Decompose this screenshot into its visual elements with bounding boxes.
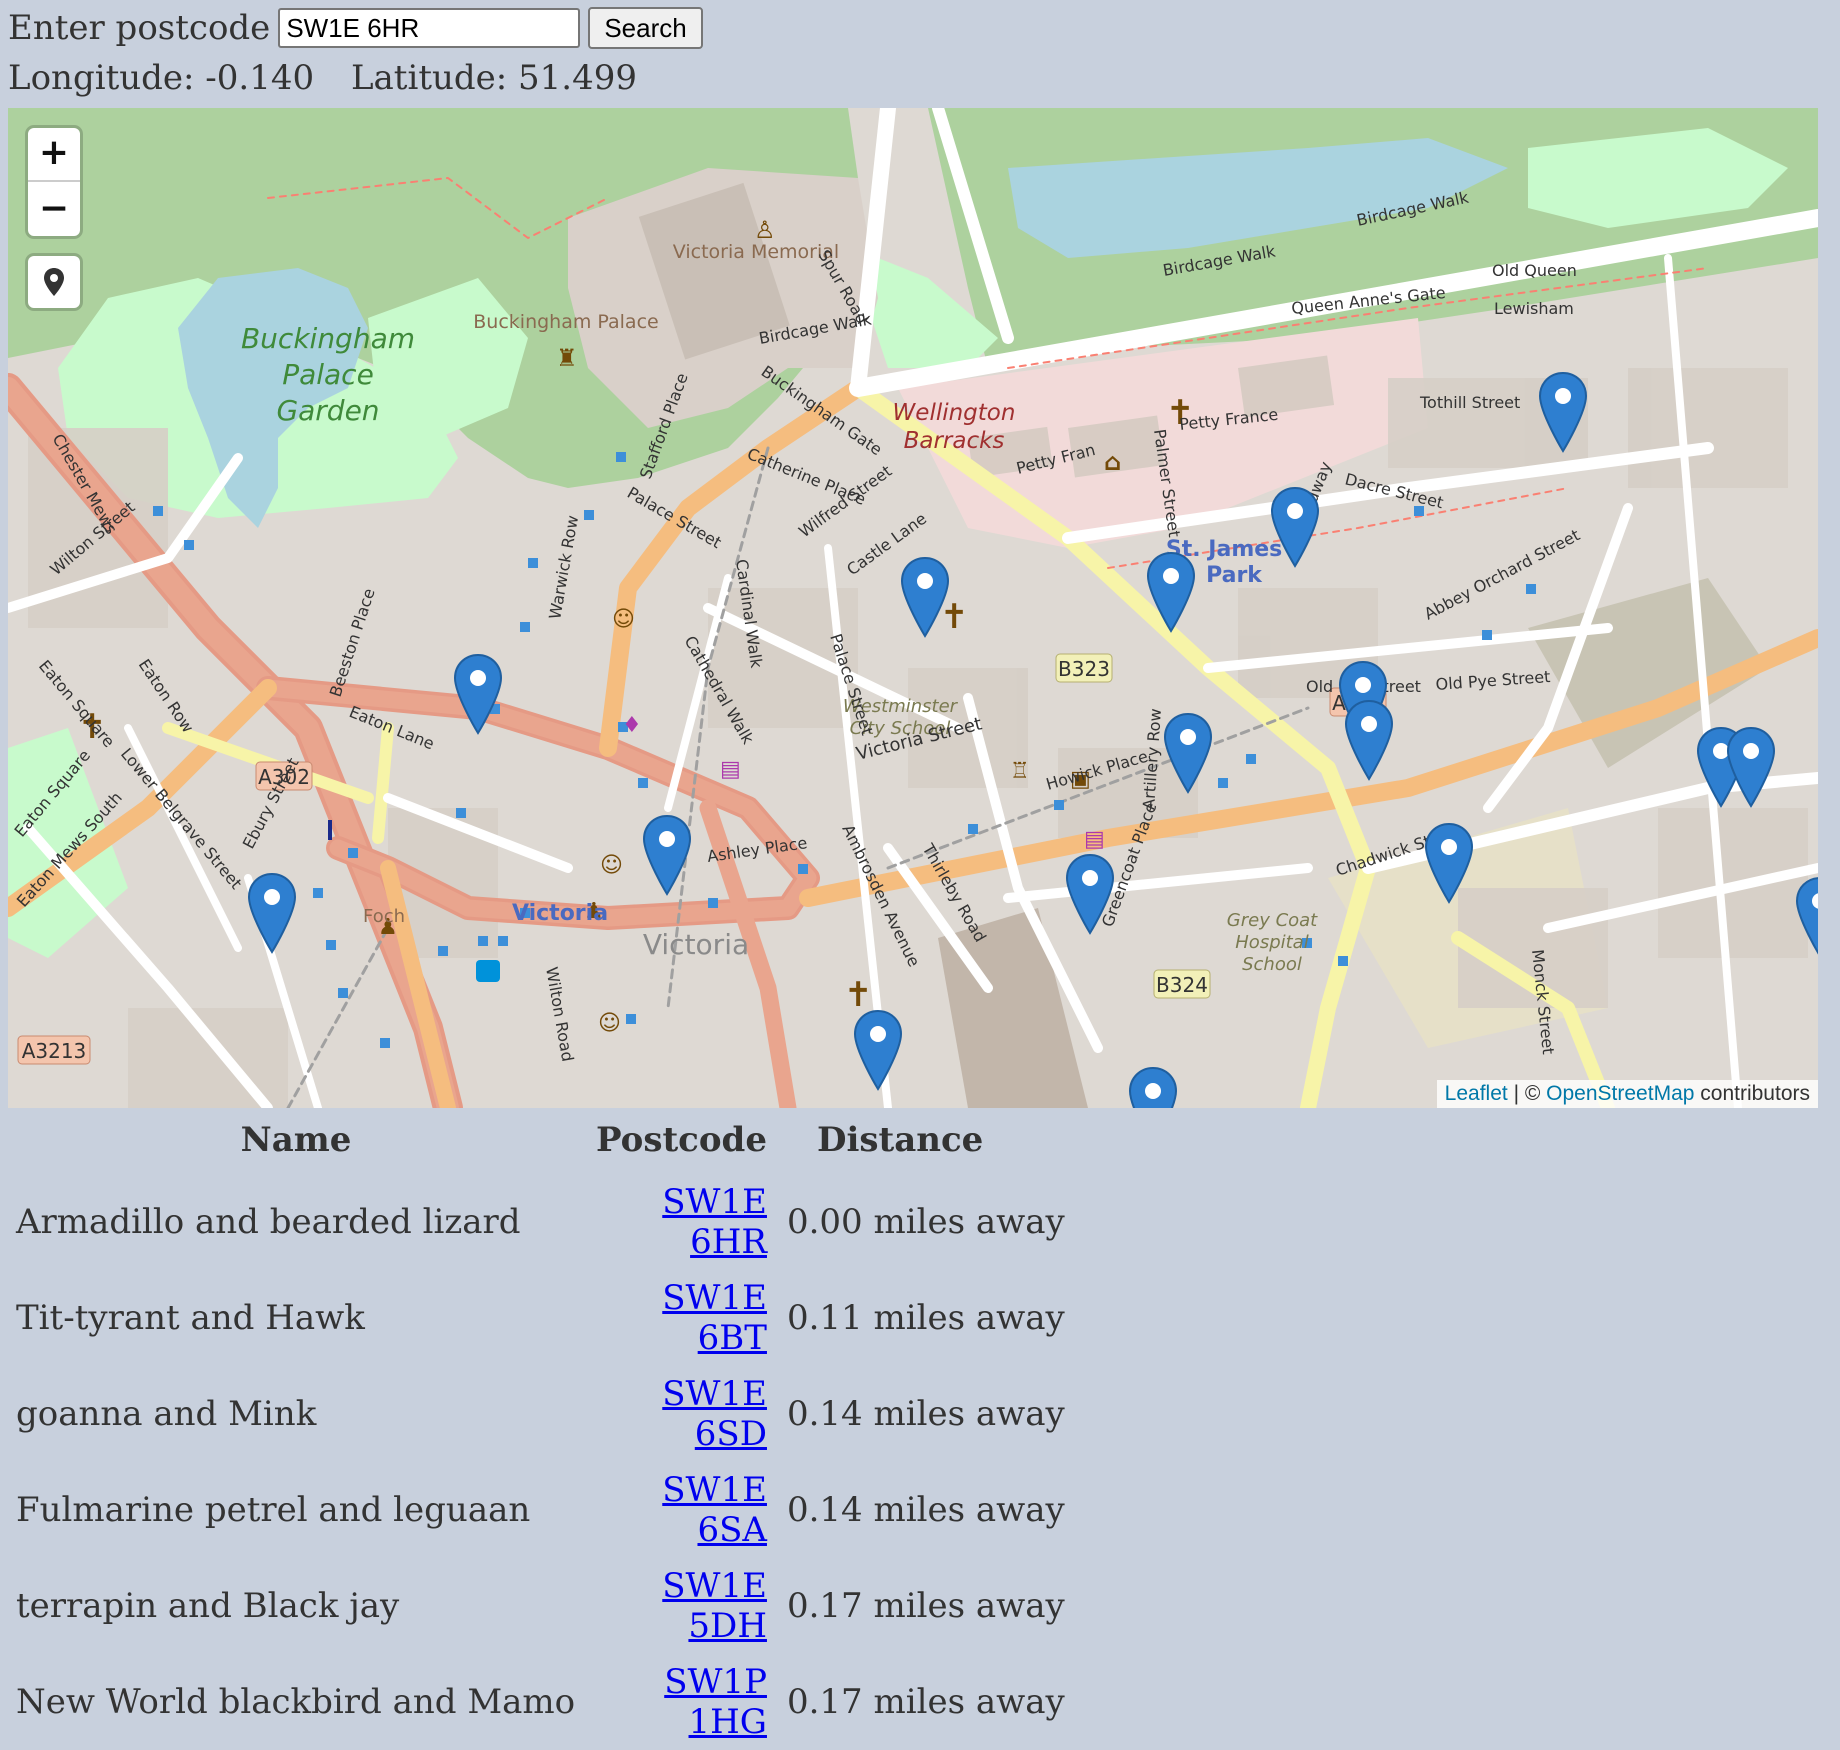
longitude-text: Longitude: -0.140 (8, 58, 315, 98)
column-header-distance: Distance (816, 1120, 984, 1160)
table-header-row: Name Postcode Distance (6, 1114, 1075, 1174)
label-abbey-orchard: Abbey Orchard Street (1421, 525, 1583, 623)
label-greycoat-1: Grey Coat (1227, 910, 1318, 931)
label-greycoat-3: School (1242, 954, 1302, 975)
map-marker-icon[interactable] (1538, 371, 1588, 453)
map-marker-icon[interactable] (642, 814, 692, 896)
row-name: goanna and Mink (16, 1394, 317, 1434)
results-table: Name Postcode Distance Armadillo and bea… (6, 1114, 1075, 1750)
map-marker-icon[interactable] (1795, 876, 1818, 958)
label-buckingham-palace: Buckingham Palace (473, 311, 658, 333)
table-row: Fulmarine petrel and leguaan SW1E 6SA 0.… (6, 1462, 1075, 1558)
svg-text:☺: ☺ (600, 853, 623, 878)
row-name: Armadillo and bearded lizard (16, 1202, 521, 1242)
label-lewisham: Lewisham (1494, 299, 1574, 318)
map-marker-icon[interactable] (1128, 1066, 1178, 1108)
label-wellington-1: Wellington (893, 400, 1016, 426)
row-name: New World blackbird and Mamo (16, 1682, 576, 1722)
search-button[interactable]: Search (588, 7, 703, 49)
label-bpg-1: Buckingham (241, 322, 415, 355)
label-old-queen: Old Queen (1492, 261, 1577, 280)
row-distance: 0.17 miles away (786, 1682, 1065, 1722)
table-row: New World blackbird and Mamo SW1P 1HG 0.… (6, 1654, 1075, 1750)
zoom-in-button[interactable]: + (28, 128, 80, 180)
svg-text:♦: ♦ (622, 713, 642, 738)
row-distance: 0.14 miles away (786, 1490, 1065, 1530)
map-marker-icon[interactable] (900, 556, 950, 638)
label-bpg-2: Palace (282, 358, 374, 391)
table-row: terrapin and Black jay SW1E 5DH 0.17 mil… (6, 1558, 1075, 1654)
row-distance: 0.14 miles away (786, 1394, 1065, 1434)
map-marker-icon[interactable] (1270, 486, 1320, 568)
map-marker-icon[interactable] (247, 872, 297, 954)
row-name: terrapin and Black jay (16, 1586, 400, 1626)
row-name: Tit-tyrant and Hawk (16, 1298, 365, 1338)
svg-text:⌂: ⌂ (1104, 448, 1121, 476)
label-b323: B323 (1058, 657, 1110, 681)
osm-link[interactable]: OpenStreetMap (1546, 1082, 1694, 1105)
location-pin-icon (44, 268, 64, 296)
label-victoria-memorial: Victoria Memorial (673, 241, 839, 263)
label-stjames-2: Park (1206, 563, 1263, 588)
table-row: goanna and Mink SW1E 6SD 0.14 miles away (6, 1366, 1075, 1462)
zoom-out-button[interactable]: − (28, 184, 80, 236)
map[interactable]: ✝ ✝ ✝ ✝ ⌂ ♜ ♙ ☺ ☺ ☺ ▣ ♖ ♟ ♟ ♦▤▤ A302 A30… (8, 108, 1818, 1108)
map-marker-icon[interactable] (453, 653, 503, 735)
table-row: Armadillo and bearded lizard SW1E 6HR 0.… (6, 1174, 1075, 1270)
svg-text:♙: ♙ (754, 216, 776, 244)
postcode-link[interactable]: SW1E 6HR (662, 1182, 767, 1262)
svg-text:▤: ▤ (720, 757, 741, 782)
svg-text:♜: ♜ (556, 344, 578, 372)
label-victoria: Victoria (512, 901, 608, 926)
label-greycoat-2: Hospital (1235, 932, 1308, 953)
label-wellington-2: Barracks (904, 428, 1005, 454)
map-attribution: Leaflet | © OpenStreetMap contributors (1436, 1080, 1818, 1108)
map-marker-icon[interactable] (853, 1009, 903, 1091)
attribution-tail: contributors (1694, 1082, 1810, 1105)
row-distance: 0.17 miles away (786, 1586, 1065, 1626)
postcode-input[interactable] (278, 8, 581, 48)
column-header-name: Name (240, 1120, 352, 1160)
svg-text:♖: ♖ (1010, 759, 1030, 784)
label-b324: B324 (1156, 973, 1208, 997)
label-warwick-row: Warwick Row (545, 514, 582, 621)
label-old-pye-street-2: Old Pye Street (1435, 667, 1551, 694)
label-catherine-place: Catherine Place (745, 444, 869, 509)
label-wilton-road: Wilton Road (542, 965, 577, 1063)
postcode-link[interactable]: SW1E 6BT (662, 1278, 767, 1358)
row-distance: 0.00 miles away (786, 1202, 1065, 1242)
postcode-link[interactable]: SW1P 1HG (664, 1662, 767, 1742)
postcode-link[interactable]: SW1E 5DH (662, 1566, 767, 1646)
map-marker-icon[interactable] (1065, 853, 1115, 935)
map-marker-icon[interactable] (1726, 726, 1776, 808)
map-marker-icon[interactable] (1146, 551, 1196, 633)
label-bpg-3: Garden (276, 394, 379, 427)
map-marker-icon[interactable] (1163, 712, 1213, 794)
label-beeston-place: Beeston Place (326, 586, 379, 699)
latitude-text: Latitude: 51.499 (350, 58, 637, 98)
label-a3213: A3213 (22, 1039, 87, 1063)
coordinates-readout: Longitude: -0.140 Latitude: 51.499 (8, 58, 663, 98)
postcode-link[interactable]: SW1E 6SA (662, 1470, 767, 1550)
row-name: Fulmarine petrel and leguaan (16, 1490, 531, 1530)
label-tothill-street: Tothill Street (1419, 393, 1520, 412)
svg-text:▤: ▤ (1084, 827, 1105, 852)
table-row: Tit-tyrant and Hawk SW1E 6BT 0.11 miles … (6, 1270, 1075, 1366)
search-bar: Enter postcode Search (8, 6, 703, 50)
svg-text:☺: ☺ (598, 1011, 621, 1036)
label-foch: Foch (363, 906, 405, 927)
label-victoria-big: Victoria (643, 928, 749, 961)
leaflet-link[interactable]: Leaflet (1445, 1082, 1508, 1105)
svg-text:☺: ☺ (612, 607, 635, 632)
column-header-postcode: Postcode (596, 1120, 767, 1160)
map-marker-icon[interactable] (1344, 699, 1394, 781)
map-marker-icon[interactable] (1424, 822, 1474, 904)
attribution-separator: | © (1507, 1082, 1547, 1105)
postcode-label: Enter postcode (8, 8, 271, 48)
zoom-control: + − (28, 128, 80, 236)
locate-button[interactable] (28, 256, 80, 308)
row-distance: 0.11 miles away (786, 1298, 1065, 1338)
label-dacre-street: Dacre Street (1343, 469, 1445, 512)
postcode-link[interactable]: SW1E 6SD (662, 1374, 767, 1454)
